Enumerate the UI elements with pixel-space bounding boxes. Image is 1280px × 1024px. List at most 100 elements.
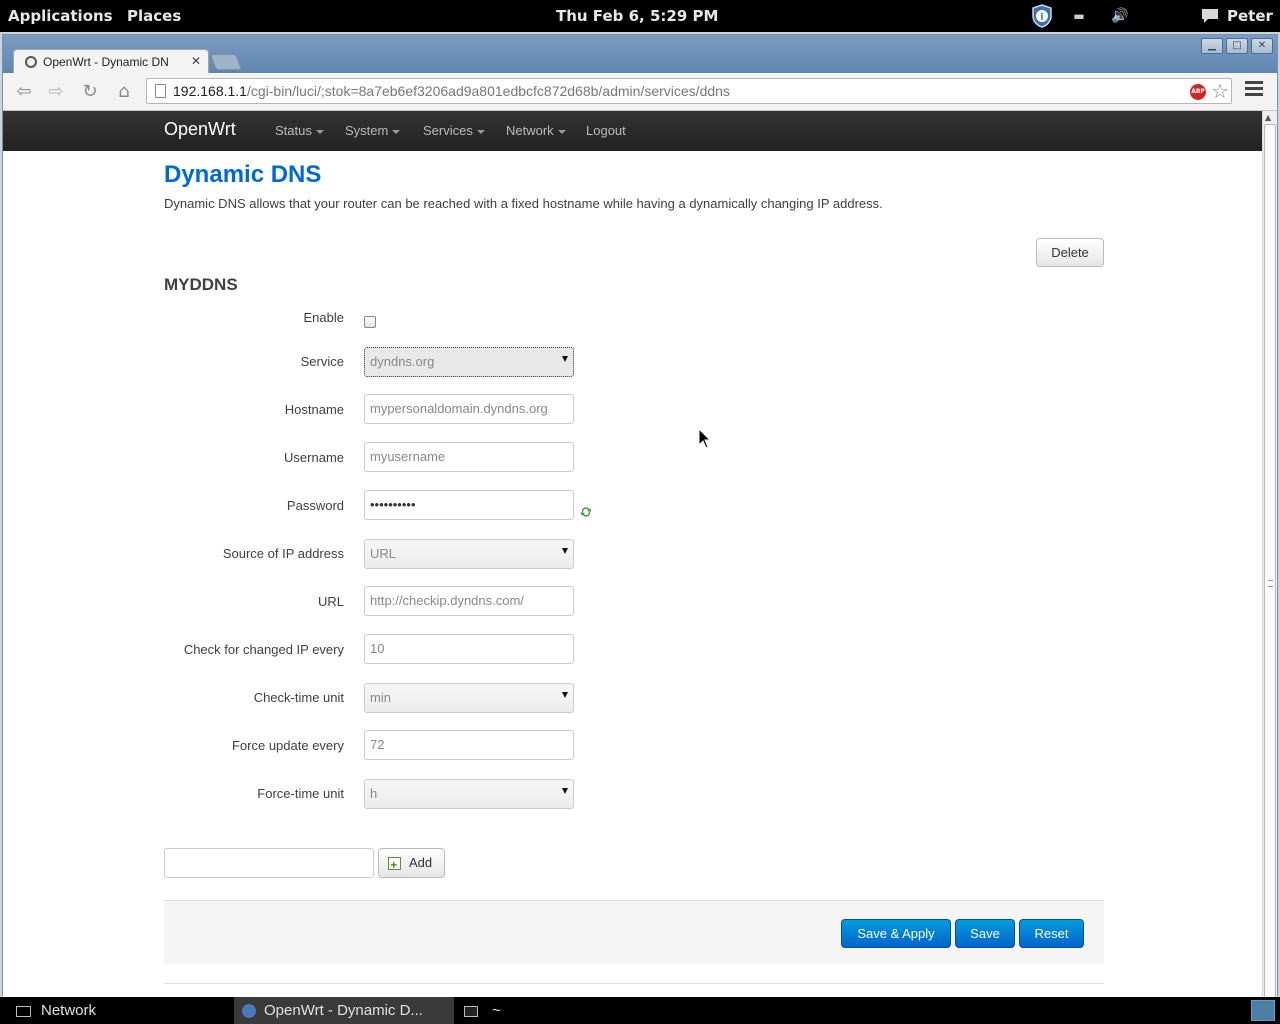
reset-button[interactable]: Reset <box>1019 919 1084 948</box>
service-select[interactable]: dyndns.org <box>364 347 574 377</box>
add-button-label: Add <box>409 855 433 870</box>
dropdown-arrow-icon <box>562 356 568 362</box>
nav-network[interactable]: Network <box>506 123 566 138</box>
new-section-name-input[interactable] <box>164 848 374 878</box>
hostname-field[interactable]: mypersonaldomain.dyndns.org <box>364 394 574 424</box>
nav-services[interactable]: Services <box>423 123 485 138</box>
url-path: /cgi-bin/luci/;stok=8a7eb6ef3206ad9a801e… <box>246 83 730 99</box>
nav-status-label: Status <box>275 123 312 138</box>
reload-icon[interactable]: ↻ <box>79 81 101 103</box>
new-tab-button[interactable] <box>210 54 242 70</box>
footer-divider <box>164 983 1104 984</box>
page-icon <box>155 84 166 98</box>
terminal-icon <box>464 1005 478 1017</box>
places-menu[interactable]: Places <box>127 7 181 25</box>
url-field[interactable]: http://checkip.dyndns.com/ <box>364 586 574 616</box>
nav-status[interactable]: Status <box>275 123 324 138</box>
enable-checkbox[interactable] <box>364 316 376 328</box>
save-button[interactable]: Save <box>955 919 1015 948</box>
tab-close-icon[interactable]: ✕ <box>191 54 201 68</box>
taskbar-terminal-label: ~ <box>492 1002 501 1019</box>
openwrt-navbar: OpenWrt Status System Services Network L… <box>3 111 1262 151</box>
top-panel: Applications Places Thu Feb 6, 5:29 PM i… <box>0 0 1280 32</box>
clock[interactable]: Thu Feb 6, 5:29 PM <box>556 7 718 25</box>
taskbar-item-browser[interactable]: OpenWrt - Dynamic D... <box>234 997 454 1024</box>
hostname-label: Hostname <box>284 402 344 417</box>
nav-system[interactable]: System <box>345 123 401 138</box>
add-section-icon <box>388 852 401 879</box>
url-text[interactable]: 192.168.1.1/cgi-bin/luci/;stok=8a7eb6ef3… <box>173 83 730 99</box>
browser-toolbar: ⇦ ⇨ ↻ ⌂ 192.168.1.1/cgi-bin/luci/;stok=8… <box>3 73 1277 111</box>
delete-button[interactable]: Delete <box>1036 238 1104 267</box>
volume-icon[interactable]: 🔊 <box>1111 4 1129 28</box>
shield-info-icon[interactable]: i <box>1030 4 1054 28</box>
page-description: Dynamic DNS allows that your router can … <box>164 196 883 211</box>
scroll-grip-icon <box>1268 580 1273 587</box>
network-window-icon <box>16 1005 31 1017</box>
enable-label: Enable <box>303 310 344 325</box>
dropdown-arrow-icon <box>562 692 568 698</box>
minimize-icon[interactable]: ▁ <box>1201 38 1223 54</box>
force-unit-label: Force-time unit <box>257 786 344 801</box>
adblock-icon[interactable]: ABP <box>1190 84 1206 100</box>
force-unit-select[interactable]: h <box>364 779 574 809</box>
check-unit-label: Check-time unit <box>253 690 344 705</box>
add-button[interactable]: Add <box>378 848 445 879</box>
tab-openwrt[interactable]: OpenWrt - Dynamic DN ✕ <box>13 49 209 75</box>
forward-icon[interactable]: ⇨ <box>45 81 67 103</box>
nav-logout[interactable]: Logout <box>586 123 626 138</box>
bookmark-star-icon[interactable]: ☆ <box>1211 79 1229 103</box>
check-unit-select[interactable]: min <box>364 683 574 713</box>
url-label: URL <box>317 594 344 609</box>
nav-services-label: Services <box>423 123 473 138</box>
page-viewport: OpenWrt Status System Services Network L… <box>3 111 1262 997</box>
applications-menu[interactable]: Applications <box>8 7 113 25</box>
service-label: Service <box>300 354 344 369</box>
ip-source-value: URL <box>370 546 397 561</box>
browser-window: OpenWrt - Dynamic DN ✕ ▁ □ ✕ ⇦ ⇨ ↻ ⌂ 192… <box>2 34 1278 1004</box>
password-label: Password <box>286 498 344 513</box>
username-label: Username <box>284 450 344 465</box>
address-bar[interactable]: 192.168.1.1/cgi-bin/luci/;stok=8a7eb6ef3… <box>146 78 1232 104</box>
workspace-indicator[interactable] <box>1251 1000 1275 1021</box>
password-field[interactable]: •••••••••• <box>364 490 574 520</box>
nav-system-label: System <box>345 123 389 138</box>
maximize-icon[interactable]: □ <box>1226 38 1248 54</box>
page-scrollbar[interactable]: ▲ <box>1262 111 1277 1004</box>
ip-source-select[interactable]: URL <box>364 539 574 569</box>
url-host: 192.168.1.1 <box>173 83 247 99</box>
check-interval-label: Check for changed IP every <box>183 642 344 657</box>
openwrt-favicon-icon <box>25 56 37 68</box>
taskbar: Network OpenWrt - Dynamic D... ~ <box>0 997 1280 1024</box>
user-menu[interactable]: Peter <box>1227 7 1273 25</box>
chevron-down-icon <box>392 129 401 134</box>
brand-link[interactable]: OpenWrt <box>164 119 236 140</box>
taskbar-item-network[interactable]: Network <box>16 997 96 1024</box>
chat-icon[interactable] <box>1199 4 1221 28</box>
reveal-password-icon[interactable] <box>580 506 592 518</box>
section-title: MYDDNS <box>164 275 238 294</box>
chevron-down-icon <box>557 129 566 134</box>
taskbar-item-terminal[interactable]: ~ <box>464 997 501 1024</box>
form-actions: Save & Apply Save Reset <box>164 900 1104 964</box>
save-apply-button[interactable]: Save & Apply <box>841 919 951 948</box>
force-interval-field[interactable]: 72 <box>364 730 574 760</box>
scrollbar-thumb[interactable] <box>1264 124 1276 1004</box>
dropdown-arrow-icon <box>562 548 568 554</box>
network-icon[interactable]: ▬ <box>1070 4 1088 28</box>
back-icon[interactable]: ⇦ <box>13 81 35 103</box>
close-window-icon[interactable]: ✕ <box>1251 38 1273 54</box>
tab-strip: OpenWrt - Dynamic DN ✕ ▁ □ ✕ <box>3 35 1277 75</box>
ip-source-label: Source of IP address <box>222 546 344 561</box>
check-interval-field[interactable]: 10 <box>364 634 574 664</box>
scroll-up-icon[interactable]: ▲ <box>1265 113 1271 122</box>
check-unit-value: min <box>370 690 391 705</box>
taskbar-network-label: Network <box>41 1002 97 1019</box>
browser-menu-icon[interactable] <box>1245 81 1263 101</box>
page-title: Dynamic DNS <box>164 161 322 188</box>
username-field[interactable]: myusername <box>364 442 574 472</box>
nav-network-label: Network <box>506 123 554 138</box>
chevron-down-icon <box>476 129 485 134</box>
taskbar-browser-label: OpenWrt - Dynamic D... <box>264 1002 423 1019</box>
home-icon[interactable]: ⌂ <box>113 81 135 103</box>
